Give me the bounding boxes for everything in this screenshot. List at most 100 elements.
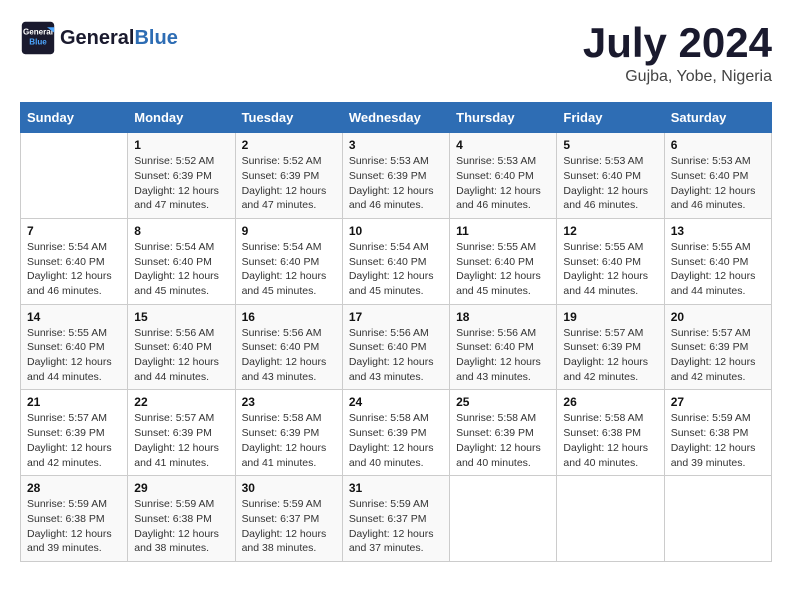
day-number: 1 — [134, 138, 228, 152]
calendar-cell: 31Sunrise: 5:59 AM Sunset: 6:37 PM Dayli… — [342, 476, 449, 562]
day-info: Sunrise: 5:52 AM Sunset: 6:39 PM Dayligh… — [134, 154, 228, 213]
calendar-cell: 25 Sunrise: 5:58 AM Sunset: 6:39 PM Dayli… — [450, 390, 557, 476]
location: Gujba, Yobe, Nigeria — [583, 68, 772, 86]
week-row-1: 1 Sunrise: 5:52 AM Sunset: 6:39 PM Daylig… — [21, 133, 772, 219]
col-header-wednesday: Wednesday — [342, 103, 449, 133]
calendar-cell: 8 Sunrise: 5:54 AM Sunset: 6:40 PM Daylig… — [128, 218, 235, 304]
week-row-5: 28Sunrise: 5:59 AM Sunset: 6:38 PM Dayli… — [21, 476, 772, 562]
svg-text:General: General — [23, 27, 53, 36]
calendar-cell — [450, 476, 557, 562]
day-number: 19 — [563, 310, 657, 324]
calendar-table: SundayMondayTuesdayWednesdayThursdayFrid… — [20, 102, 772, 562]
calendar-cell: 16Sunrise: 5:56 AM Sunset: 6:40 PM Dayli… — [235, 304, 342, 390]
day-number: 6 — [671, 138, 765, 152]
calendar-cell: 4Sunrise: 5:53 AM Sunset: 6:40 PM Daylig… — [450, 133, 557, 219]
calendar-cell: 6 Sunrise: 5:53 AM Sunset: 6:40 PM Daylig… — [664, 133, 771, 219]
calendar-cell: 27 Sunrise: 5:59 AM Sunset: 6:38 PM Dayli… — [664, 390, 771, 476]
day-info: Sunrise: 5:59 AM Sunset: 6:38 PM Dayligh… — [671, 411, 765, 470]
day-info: Sunrise: 5:58 AM Sunset: 6:39 PM Dayligh… — [242, 411, 336, 470]
logo-blue: Blue — [134, 27, 177, 49]
day-number: 27 — [671, 395, 765, 409]
day-info: Sunrise: 5:54 AM Sunset: 6:40 PM Dayligh… — [134, 240, 228, 299]
day-info: Sunrise: 5:52 AM Sunset: 6:39 PM Dayligh… — [242, 154, 336, 213]
header-row: SundayMondayTuesdayWednesdayThursdayFrid… — [21, 103, 772, 133]
day-number: 16 — [242, 310, 336, 324]
col-header-friday: Friday — [557, 103, 664, 133]
calendar-cell: 13 Sunrise: 5:55 AM Sunset: 6:40 PM Dayli… — [664, 218, 771, 304]
calendar-cell: 17Sunrise: 5:56 AM Sunset: 6:40 PM Dayli… — [342, 304, 449, 390]
calendar-cell: 30Sunrise: 5:59 AM Sunset: 6:37 PM Dayli… — [235, 476, 342, 562]
day-info: Sunrise: 5:57 AM Sunset: 6:39 PM Dayligh… — [27, 411, 121, 470]
day-number: 14 — [27, 310, 121, 324]
day-info: Sunrise: 5:56 AM Sunset: 6:40 PM Dayligh… — [456, 326, 550, 385]
day-number: 3 — [349, 138, 443, 152]
calendar-cell: 26 Sunrise: 5:58 AM Sunset: 6:38 PM Dayli… — [557, 390, 664, 476]
day-info: Sunrise: 5:58 AM Sunset: 6:39 PM Dayligh… — [349, 411, 443, 470]
day-info: Sunrise: 5:55 AM Sunset: 6:40 PM Dayligh… — [456, 240, 550, 299]
calendar-cell: 28Sunrise: 5:59 AM Sunset: 6:38 PM Dayli… — [21, 476, 128, 562]
col-header-tuesday: Tuesday — [235, 103, 342, 133]
day-info: Sunrise: 5:58 AM Sunset: 6:39 PM Dayligh… — [456, 411, 550, 470]
calendar-cell: 9Sunrise: 5:54 AM Sunset: 6:40 PM Daylig… — [235, 218, 342, 304]
col-header-sunday: Sunday — [21, 103, 128, 133]
day-number: 24 — [349, 395, 443, 409]
calendar-cell — [557, 476, 664, 562]
day-number: 8 — [134, 224, 228, 238]
day-info: Sunrise: 5:57 AM Sunset: 6:39 PM Dayligh… — [671, 326, 765, 385]
day-info: Sunrise: 5:59 AM Sunset: 6:37 PM Dayligh… — [242, 497, 336, 556]
calendar-cell: 14 Sunrise: 5:55 AM Sunset: 6:40 PM Dayli… — [21, 304, 128, 390]
day-number: 12 — [563, 224, 657, 238]
day-info: Sunrise: 5:53 AM Sunset: 6:40 PM Dayligh… — [671, 154, 765, 213]
day-info: Sunrise: 5:58 AM Sunset: 6:38 PM Dayligh… — [563, 411, 657, 470]
week-row-2: 7 Sunrise: 5:54 AM Sunset: 6:40 PM Daylig… — [21, 218, 772, 304]
day-info: Sunrise: 5:53 AM Sunset: 6:40 PM Dayligh… — [563, 154, 657, 213]
day-info: Sunrise: 5:59 AM Sunset: 6:38 PM Dayligh… — [27, 497, 121, 556]
day-info: Sunrise: 5:55 AM Sunset: 6:40 PM Dayligh… — [563, 240, 657, 299]
calendar-cell: 19 Sunrise: 5:57 AM Sunset: 6:39 PM Dayli… — [557, 304, 664, 390]
logo-general: General — [60, 27, 134, 49]
day-info: Sunrise: 5:53 AM Sunset: 6:39 PM Dayligh… — [349, 154, 443, 213]
day-number: 7 — [27, 224, 121, 238]
day-number: 25 — [456, 395, 550, 409]
day-info: Sunrise: 5:56 AM Sunset: 6:40 PM Dayligh… — [349, 326, 443, 385]
day-info: Sunrise: 5:54 AM Sunset: 6:40 PM Dayligh… — [242, 240, 336, 299]
calendar-cell: 15Sunrise: 5:56 AM Sunset: 6:40 PM Dayli… — [128, 304, 235, 390]
day-number: 21 — [27, 395, 121, 409]
day-info: Sunrise: 5:57 AM Sunset: 6:39 PM Dayligh… — [563, 326, 657, 385]
calendar-cell: 12 Sunrise: 5:55 AM Sunset: 6:40 PM Dayli… — [557, 218, 664, 304]
day-info: Sunrise: 5:55 AM Sunset: 6:40 PM Dayligh… — [671, 240, 765, 299]
calendar-cell: 24 Sunrise: 5:58 AM Sunset: 6:39 PM Dayli… — [342, 390, 449, 476]
day-info: Sunrise: 5:59 AM Sunset: 6:38 PM Dayligh… — [134, 497, 228, 556]
calendar-cell: 5Sunrise: 5:53 AM Sunset: 6:40 PM Daylig… — [557, 133, 664, 219]
day-number: 4 — [456, 138, 550, 152]
day-number: 10 — [349, 224, 443, 238]
calendar-cell — [21, 133, 128, 219]
col-header-thursday: Thursday — [450, 103, 557, 133]
day-number: 29 — [134, 481, 228, 495]
day-info: Sunrise: 5:54 AM Sunset: 6:40 PM Dayligh… — [27, 240, 121, 299]
day-number: 15 — [134, 310, 228, 324]
col-header-saturday: Saturday — [664, 103, 771, 133]
calendar-cell — [664, 476, 771, 562]
calendar-cell: 29 Sunrise: 5:59 AM Sunset: 6:38 PM Dayli… — [128, 476, 235, 562]
calendar-cell: 2 Sunrise: 5:52 AM Sunset: 6:39 PM Daylig… — [235, 133, 342, 219]
day-info: Sunrise: 5:55 AM Sunset: 6:40 PM Dayligh… — [27, 326, 121, 385]
week-row-3: 14 Sunrise: 5:55 AM Sunset: 6:40 PM Dayli… — [21, 304, 772, 390]
day-number: 26 — [563, 395, 657, 409]
calendar-cell: 22Sunrise: 5:57 AM Sunset: 6:39 PM Dayli… — [128, 390, 235, 476]
day-number: 22 — [134, 395, 228, 409]
title-block: July 2024 Gujba, Yobe, Nigeria — [583, 20, 772, 86]
calendar-cell: 23Sunrise: 5:58 AM Sunset: 6:39 PM Dayli… — [235, 390, 342, 476]
calendar-cell: 1 Sunrise: 5:52 AM Sunset: 6:39 PM Daylig… — [128, 133, 235, 219]
day-info: Sunrise: 5:54 AM Sunset: 6:40 PM Dayligh… — [349, 240, 443, 299]
day-number: 13 — [671, 224, 765, 238]
calendar-cell: 3 Sunrise: 5:53 AM Sunset: 6:39 PM Daylig… — [342, 133, 449, 219]
day-number: 2 — [242, 138, 336, 152]
month-year: July 2024 — [583, 20, 772, 66]
calendar-cell: 11Sunrise: 5:55 AM Sunset: 6:40 PM Dayli… — [450, 218, 557, 304]
logo: General Blue GeneralBlue — [20, 20, 178, 56]
day-number: 18 — [456, 310, 550, 324]
calendar-cell: 21 Sunrise: 5:57 AM Sunset: 6:39 PM Dayli… — [21, 390, 128, 476]
svg-text:Blue: Blue — [29, 37, 47, 46]
calendar-cell: 10 Sunrise: 5:54 AM Sunset: 6:40 PM Dayli… — [342, 218, 449, 304]
